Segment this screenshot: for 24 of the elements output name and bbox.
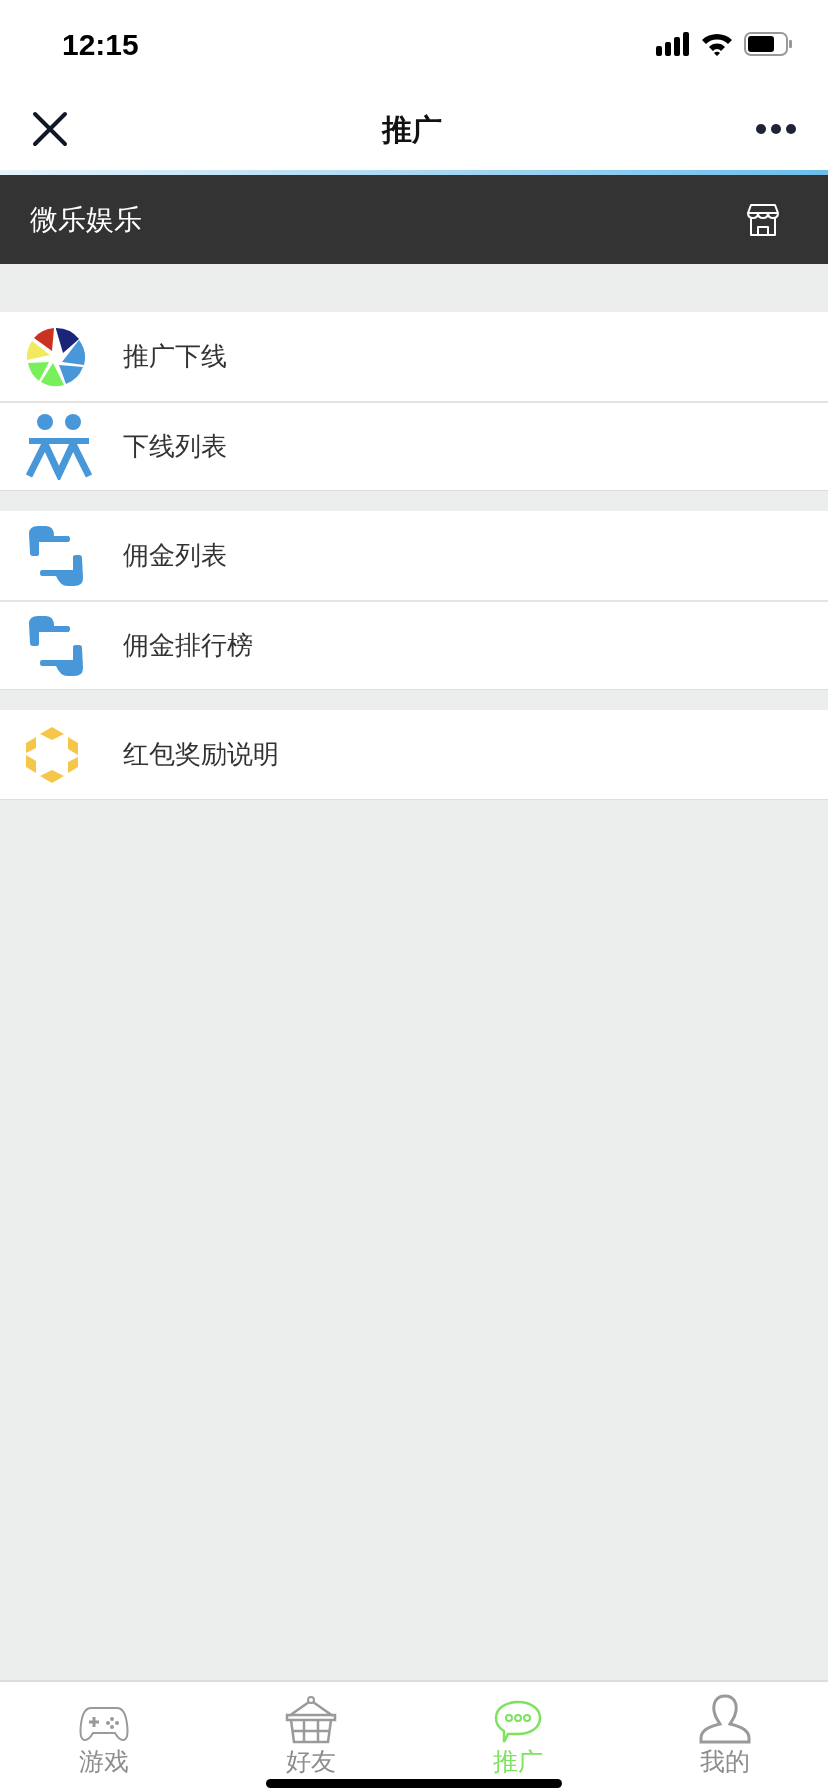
hexagon-star-icon — [26, 726, 78, 783]
page-title: 推广 — [382, 111, 442, 148]
basket-icon — [284, 1696, 337, 1744]
chat-icon — [493, 1700, 542, 1744]
status-time: 12:15 — [62, 26, 139, 63]
chat-bubbles-icon — [26, 525, 86, 586]
gamepad-icon — [78, 1704, 129, 1744]
aperture-icon — [26, 326, 86, 387]
more-icon — [755, 123, 797, 135]
close-button[interactable] — [30, 109, 70, 149]
menu-item[interactable]: 佣金排行榜 — [0, 600, 828, 689]
battery-icon — [744, 32, 792, 56]
header-title: 微乐娱乐 — [30, 202, 142, 237]
person-icon — [698, 1694, 751, 1744]
menu-item[interactable]: 佣金列表 — [0, 511, 828, 600]
wifi-icon — [700, 31, 734, 57]
close-icon — [32, 111, 68, 147]
chat-bubbles-icon — [26, 615, 86, 676]
signal-icon — [656, 31, 690, 57]
people-icon — [26, 413, 92, 480]
menu-item[interactable]: 红包奖励说明 — [0, 710, 828, 799]
store-icon[interactable] — [746, 202, 780, 237]
menu-item[interactable]: 推广下线 — [0, 312, 828, 401]
menu-item[interactable]: 下线列表 — [0, 401, 828, 490]
